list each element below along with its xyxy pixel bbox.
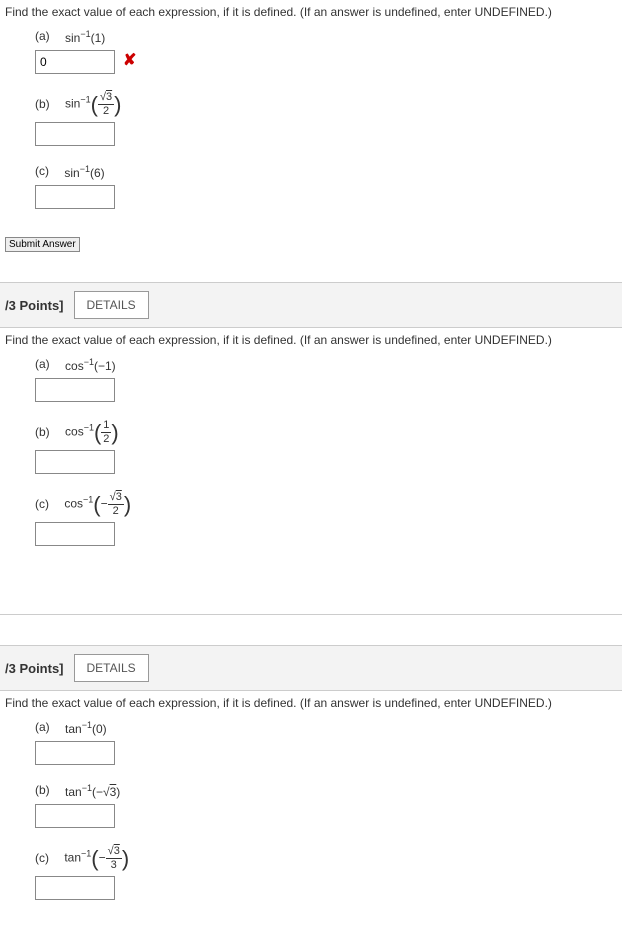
- details-button[interactable]: DETAILS: [74, 291, 149, 319]
- paren-open: (: [91, 850, 98, 868]
- math-expression: sin−1(√32): [65, 92, 121, 117]
- denominator: 2: [101, 433, 111, 445]
- part-label: (b): [35, 783, 50, 797]
- paren-close: ): [114, 96, 121, 114]
- paren-open: (: [91, 96, 98, 114]
- wrong-icon: ✘: [123, 50, 136, 70]
- superscript: −1: [81, 849, 91, 859]
- superscript: −1: [84, 423, 94, 433]
- answer-input-2b[interactable]: [35, 450, 115, 474]
- question-2-header: /3 Points] DETAILS: [0, 282, 622, 328]
- fraction: 12: [101, 420, 111, 445]
- func-name: tan: [65, 785, 82, 799]
- sqrt-arg: 3: [116, 491, 122, 503]
- answer-input-3c[interactable]: [35, 876, 115, 900]
- part-label: (a): [35, 29, 50, 43]
- question-3-header: /3 Points] DETAILS: [0, 645, 622, 691]
- paren-close: ): [111, 424, 118, 442]
- instruction-text: Find the exact value of each expression,…: [0, 0, 622, 29]
- math-expression: tan−1(−√33): [64, 846, 129, 871]
- part-label: (a): [35, 720, 50, 734]
- paren-close: ): [122, 850, 129, 868]
- part-label: (a): [35, 357, 50, 371]
- sqrt-arg: 3: [114, 845, 120, 857]
- denominator: 2: [98, 105, 114, 117]
- math-expression: tan−1(−√3): [65, 783, 120, 799]
- fraction: √32: [108, 492, 124, 517]
- part-b: (b) tan−1(−√3): [35, 783, 622, 828]
- math-expression: sin−1(1): [65, 29, 105, 45]
- math-expression: cos−1(−√32): [64, 492, 131, 517]
- superscript: −1: [80, 95, 90, 105]
- points-text: /3 Points]: [5, 298, 64, 313]
- neg-sign: −: [101, 497, 108, 511]
- instruction-text: Find the exact value of each expression,…: [0, 691, 622, 720]
- argument: (1): [91, 31, 106, 45]
- neg-sign: −: [99, 851, 106, 865]
- denominator: 2: [108, 505, 124, 517]
- func-name: sin: [64, 166, 79, 180]
- question-3: Find the exact value of each expression,…: [0, 691, 622, 938]
- part-label: (c): [35, 497, 49, 511]
- fraction: √33: [106, 846, 122, 871]
- answer-input-1a[interactable]: [35, 50, 115, 74]
- part-b: (b) cos−1(12): [35, 420, 622, 474]
- denominator: 3: [106, 859, 122, 871]
- part-label: (b): [35, 425, 50, 439]
- func-name: sin: [65, 31, 80, 45]
- answer-input-2c[interactable]: [35, 522, 115, 546]
- math-expression: sin−1(6): [64, 164, 104, 180]
- part-label: (c): [35, 851, 49, 865]
- math-expression: tan−1(0): [65, 720, 107, 736]
- part-c: (c) sin−1(6): [35, 164, 622, 209]
- arg-pre: (−: [92, 785, 103, 799]
- question-1: Find the exact value of each expression,…: [0, 0, 622, 282]
- argument: (−1): [94, 359, 116, 373]
- answer-input-2a[interactable]: [35, 378, 115, 402]
- part-a: (a) tan−1(0): [35, 720, 622, 765]
- part-b: (b) sin−1(√32): [35, 92, 622, 146]
- part-a: (a) cos−1(−1): [35, 357, 622, 402]
- argument: (0): [92, 722, 107, 736]
- superscript: −1: [84, 357, 94, 367]
- answer-input-3a[interactable]: [35, 741, 115, 765]
- superscript: −1: [82, 720, 92, 730]
- superscript: −1: [80, 164, 90, 174]
- part-label: (b): [35, 97, 50, 111]
- paren-open: (: [94, 424, 101, 442]
- part-label: (c): [35, 164, 49, 178]
- superscript: −1: [80, 29, 90, 39]
- part-a: (a) sin−1(1) ✘: [35, 29, 622, 74]
- details-button[interactable]: DETAILS: [74, 654, 149, 682]
- func-name: tan: [64, 851, 81, 865]
- submit-button[interactable]: Submit Answer: [5, 237, 80, 252]
- fraction: √32: [98, 92, 114, 117]
- part-c: (c) cos−1(−√32): [35, 492, 622, 546]
- func-name: cos: [65, 425, 84, 439]
- paren-close: ): [124, 496, 131, 514]
- superscript: −1: [82, 783, 92, 793]
- func-name: cos: [64, 497, 83, 511]
- question-2: Find the exact value of each expression,…: [0, 328, 622, 584]
- argument: (6): [90, 166, 105, 180]
- func-name: sin: [65, 97, 80, 111]
- answer-input-1b[interactable]: [35, 122, 115, 146]
- func-name: tan: [65, 722, 82, 736]
- numerator: 1: [101, 420, 111, 433]
- paren-open: (: [93, 496, 100, 514]
- arg-post: ): [116, 785, 120, 799]
- sqrt-arg: 3: [106, 91, 112, 103]
- separator: [0, 614, 622, 615]
- func-name: cos: [65, 359, 84, 373]
- answer-input-1c[interactable]: [35, 185, 115, 209]
- math-expression: cos−1(12): [65, 420, 119, 445]
- instruction-text: Find the exact value of each expression,…: [0, 328, 622, 357]
- answer-input-3b[interactable]: [35, 804, 115, 828]
- superscript: −1: [83, 495, 93, 505]
- math-expression: cos−1(−1): [65, 357, 116, 373]
- points-text: /3 Points]: [5, 661, 64, 676]
- part-c: (c) tan−1(−√33): [35, 846, 622, 900]
